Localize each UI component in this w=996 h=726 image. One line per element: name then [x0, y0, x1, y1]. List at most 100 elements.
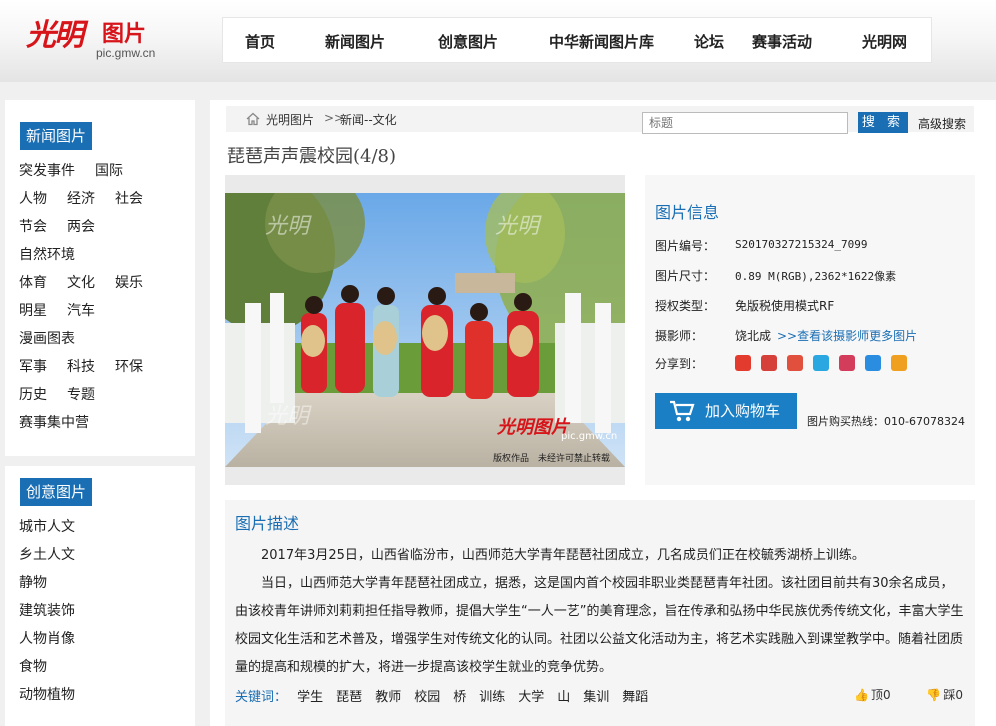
keyword-link[interactable]: 学生	[297, 690, 323, 705]
sidebar-news-item[interactable]: 体育	[19, 272, 47, 292]
sidebar-news-item[interactable]: 明星	[19, 300, 47, 320]
qzone-share-icon[interactable]	[865, 355, 881, 371]
keyword-link[interactable]: 集训	[583, 690, 609, 705]
nav-forum[interactable]: 论坛	[694, 31, 724, 52]
sidebar-news-item[interactable]: 历史	[19, 384, 47, 404]
sidebar-news-row: 赛事集中营	[19, 412, 109, 432]
sidebar-news-row: 人物 经济 社会	[19, 188, 163, 208]
sidebar-news-row: 自然环境	[19, 244, 95, 264]
nav-creative-photos[interactable]: 创意图片	[438, 31, 498, 52]
thumbs-up-button[interactable]: 👍 顶0	[838, 688, 891, 702]
sidebar-news-item[interactable]: 科技	[67, 356, 95, 376]
sidebar-news-item[interactable]: 两会	[67, 216, 95, 236]
sidebar-creative-item[interactable]: 静物	[19, 572, 47, 592]
nav-news-photos[interactable]: 新闻图片	[325, 31, 385, 52]
sidebar-news-item[interactable]: 突发事件	[19, 160, 75, 180]
sidebar-news-item[interactable]: 赛事集中营	[19, 412, 89, 432]
sidebar-creative-item[interactable]: 城市人文	[19, 516, 75, 536]
sidebar-news-item[interactable]: 社会	[115, 188, 143, 208]
logo-text: 图片	[102, 22, 147, 47]
gmw-share-icon[interactable]	[735, 355, 751, 371]
thumbs-down-button[interactable]: 👎 踩0	[910, 688, 963, 702]
sidebar-creative-row: 静物	[19, 572, 67, 592]
douban-share-icon[interactable]	[891, 355, 907, 371]
breadcrumb: 光明图片 >> 新闻--文化 搜 索 高级搜索	[226, 106, 974, 134]
info-row-id: 图片编号： S20170327215324_7099	[655, 237, 867, 254]
info-row-share: 分享到：	[655, 355, 907, 372]
sidebar-news-item[interactable]: 汽车	[67, 300, 95, 320]
search-input[interactable]	[642, 112, 848, 134]
sidebar-news-item[interactable]: 军事	[19, 356, 47, 376]
photo-watermark-domain: pic.gmw.cn	[561, 431, 618, 442]
nav-home[interactable]: 首页	[245, 31, 275, 52]
sidebar-news-item[interactable]: 人物	[19, 188, 47, 208]
sidebar-creative-item[interactable]: 食物	[19, 656, 47, 676]
sidebar-news-title[interactable]: 新闻图片	[20, 122, 93, 150]
sidebar-news-item[interactable]: 漫画图表	[19, 328, 75, 348]
sidebar-news-item[interactable]: 娱乐	[115, 272, 143, 292]
sidebar-creative-item[interactable]: 动物植物	[19, 684, 75, 704]
info-photographer-value[interactable]: 饶北成	[735, 327, 771, 344]
sidebar-creative-item[interactable]: 乡土人文	[19, 544, 75, 564]
keyword-link[interactable]: 山	[557, 690, 570, 705]
photo-copyright: 版权作品 未经许可禁止转载	[493, 454, 611, 464]
advanced-search-link[interactable]: 高级搜索	[918, 115, 966, 132]
sidebar-news-row: 军事 科技 环保	[19, 356, 163, 376]
keyword-link[interactable]: 训练	[479, 690, 505, 705]
keyword-link[interactable]: 桥	[453, 690, 466, 705]
keywords-label: 关键词：	[235, 690, 288, 705]
weibo-share-icon[interactable]	[787, 355, 803, 371]
sidebar-news-item[interactable]: 自然环境	[19, 244, 75, 264]
sidebar-creative-item[interactable]: 人物肖像	[19, 628, 75, 648]
keyword-link[interactable]: 教师	[375, 690, 401, 705]
sidebar-creative-row: 动物植物	[19, 684, 95, 704]
sidebar-news-row: 明星 汽车	[19, 300, 115, 320]
keyword-link[interactable]: 校园	[414, 690, 440, 705]
kaixin-share-icon[interactable]	[839, 355, 855, 371]
thumbs-down-count: 踩0	[943, 688, 963, 702]
vote-bar: 👍 顶0 👎 踩0	[822, 686, 963, 703]
site-header: 光明 图片 pic.gmw.cn 首页 新闻图片 创意图片 中华新闻图片库 论坛…	[0, 0, 996, 82]
sidebar-news-row: 体育 文化 娱乐	[19, 272, 163, 292]
sidebar-creative-item[interactable]: 建筑装饰	[19, 600, 75, 620]
keyword-link[interactable]: 大学	[518, 690, 544, 705]
add-to-cart-button[interactable]: 加入购物车	[655, 393, 797, 429]
sidebar-news-item[interactable]: 节会	[19, 216, 47, 236]
sidebar-news-item[interactable]: 经济	[67, 188, 95, 208]
sidebar-news-item[interactable]: 文化	[67, 272, 95, 292]
info-row-size: 图片尺寸： 0.89 M(RGB),2362*1622像素	[655, 267, 896, 284]
sidebar-news-item[interactable]: 专题	[67, 384, 95, 404]
photographer-more-link[interactable]: >>查看该摄影师更多图片	[777, 327, 917, 344]
nav-events[interactable]: 赛事活动	[752, 31, 812, 52]
purchase-hotline: 图片购买热线：010-67078324	[807, 415, 965, 428]
nav-gmw[interactable]: 光明网	[862, 31, 907, 52]
search-button[interactable]: 搜 索	[858, 112, 908, 133]
breadcrumb-section[interactable]: 新闻--文化	[340, 111, 397, 128]
cart-icon	[670, 400, 695, 422]
renren-share-icon[interactable]	[761, 355, 777, 371]
logo-domain: pic.gmw.cn	[96, 46, 156, 60]
sidebar-creative-row: 城市人文	[19, 516, 95, 536]
sidebar-creative-title[interactable]: 创意图片	[20, 478, 93, 506]
photo-watermark-brand: 光明图片	[497, 417, 569, 438]
main-photo[interactable]: 光明 光明 光明 光明图片 pic.gmw.cn 版权作品 未经许可禁止转载	[225, 193, 625, 467]
sidebar-news-item[interactable]: 环保	[115, 356, 143, 376]
keyword-link[interactable]: 琵琶	[336, 690, 362, 705]
nav-china-news-library[interactable]: 中华新闻图片库	[549, 31, 654, 52]
sidebar-news-row: 历史 专题	[19, 384, 115, 404]
keyword-link[interactable]: 舞蹈	[622, 690, 648, 705]
info-license-label: 授权类型：	[655, 299, 716, 313]
breadcrumb-home[interactable]: 光明图片	[266, 111, 314, 128]
site-logo[interactable]: 光明 图片 pic.gmw.cn	[26, 10, 166, 68]
info-share-label: 分享到：	[655, 357, 704, 371]
info-size-label: 图片尺寸：	[655, 269, 716, 283]
info-size-value: 0.89 M(RGB),2362*1622像素	[735, 270, 897, 283]
sidebar-news-row: 节会 两会	[19, 216, 115, 236]
description-title: 图片描述	[235, 514, 300, 533]
thumbs-up-count: 顶0	[870, 688, 891, 702]
tencent-share-icon[interactable]	[813, 355, 829, 371]
share-icons	[735, 355, 907, 371]
sidebar-creative-row: 人物肖像	[19, 628, 95, 648]
sidebar-news-item[interactable]: 国际	[95, 160, 123, 180]
keywords: 关键词： 学生 琵琶 教师 校园桥训练 大学山集训 舞蹈	[235, 686, 661, 705]
